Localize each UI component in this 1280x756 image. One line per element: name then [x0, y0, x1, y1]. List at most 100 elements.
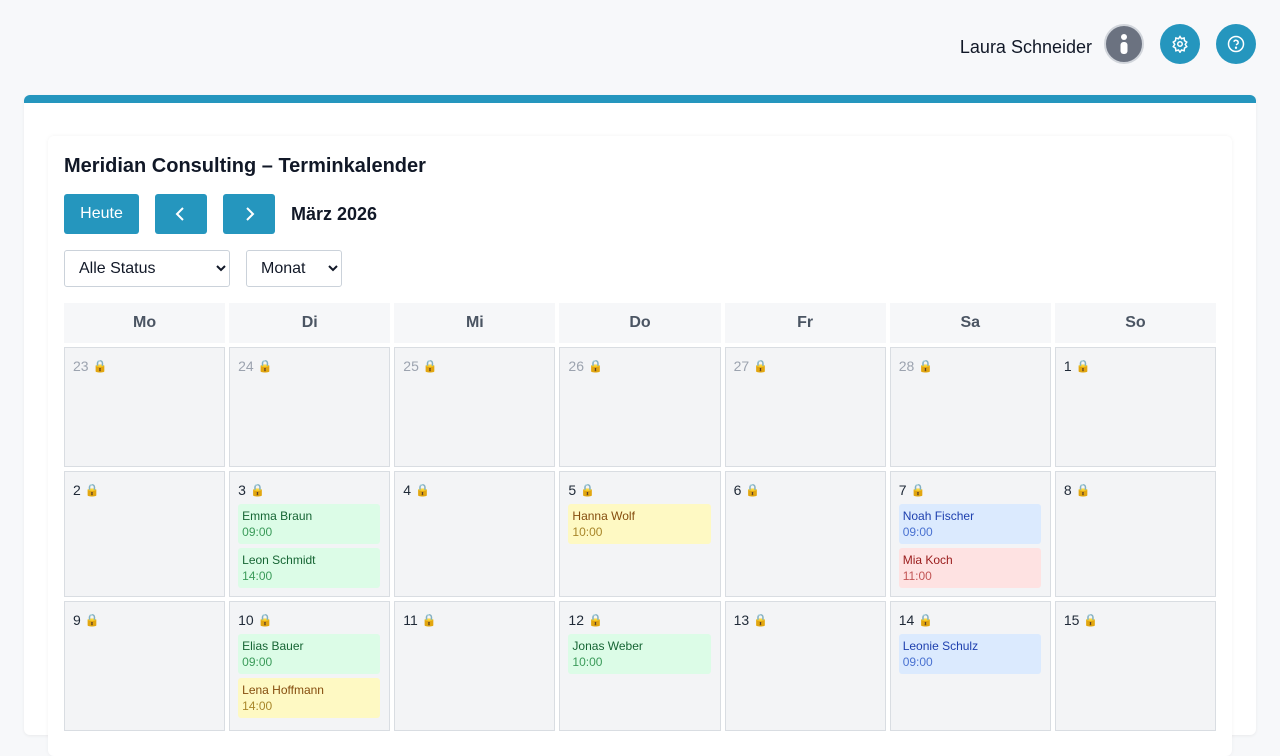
weekday-header: Sa: [889, 303, 1051, 343]
day-header: 28 🔒: [899, 356, 1042, 376]
day-cell[interactable]: 10 🔒 Elias Bauer 09:00 Lena Hoffmann 14:00: [229, 601, 391, 731]
appointment-event[interactable]: Mia Koch 11:00: [898, 548, 1041, 588]
day-cell[interactable]: 14 🔒 Leonie Schulz 09:00: [889, 601, 1051, 731]
previous-month-button[interactable]: [155, 194, 207, 234]
page-title: Meridian Consulting – Terminkalender: [64, 155, 426, 177]
day-cell[interactable]: 6 🔒: [724, 471, 886, 597]
lock-icon: 🔒: [918, 613, 934, 627]
appointment-event[interactable]: Jonas Weber 10:00: [568, 634, 711, 674]
appointment-name: Elias Bauer: [242, 639, 304, 653]
appointment-time: 09:00: [242, 525, 273, 539]
day-cell[interactable]: 11 🔒: [394, 601, 556, 731]
day-cell[interactable]: 26 🔒: [559, 347, 721, 467]
day-header: 9 🔒: [73, 610, 216, 630]
day-header: 15 🔒: [1064, 610, 1207, 630]
day-cell[interactable]: 9 🔒: [64, 601, 226, 731]
day-number: 4: [403, 482, 412, 498]
day-header: 7 🔒: [899, 480, 1042, 500]
day-header: 23 🔒: [73, 356, 216, 376]
appointment-name: Hanna Wolf: [572, 509, 635, 523]
day-header: 2 🔒: [73, 480, 216, 500]
weekday-header: Mo: [64, 303, 226, 343]
weekday-header: Di: [229, 303, 391, 343]
day-number: 14: [898, 612, 915, 628]
day-cell[interactable]: 1 🔒: [1054, 347, 1216, 467]
day-cell[interactable]: 27 🔒: [724, 347, 886, 467]
day-cell[interactable]: 8 🔒: [1054, 471, 1216, 597]
gear-icon: [1172, 35, 1188, 53]
day-cell[interactable]: 23 🔒: [64, 347, 226, 467]
lock-icon: 🔒: [415, 483, 431, 497]
lock-icon: 🔒: [84, 613, 100, 627]
day-number: 10: [238, 612, 254, 628]
next-month-button[interactable]: [223, 194, 275, 234]
lock-icon: 🔒: [588, 613, 603, 627]
lock-icon: 🔒: [580, 483, 596, 497]
appointment-event[interactable]: Leon Schmidt 14:00: [238, 548, 381, 588]
appointment-event[interactable]: Hanna Wolf 10:00: [568, 504, 711, 544]
appointment-event[interactable]: Elias Bauer 09:00: [238, 634, 381, 674]
day-cell[interactable]: 24 🔒: [229, 347, 391, 467]
day-cell[interactable]: 2 🔒: [64, 471, 226, 597]
day-number: 28: [898, 358, 915, 374]
week-row: 23 🔒 24 🔒 25 🔒 26 🔒 27 🔒 28 🔒 1 🔒: [64, 347, 1216, 467]
day-number: 23: [73, 358, 89, 374]
day-cell[interactable]: 15 🔒: [1054, 601, 1216, 731]
appointment-time: 10:00: [572, 655, 603, 669]
appointment-event[interactable]: Emma Braun 09:00: [238, 504, 381, 544]
day-cell[interactable]: 13 🔒: [724, 601, 886, 731]
appointment-event[interactable]: Noah Fischer 09:00: [898, 504, 1041, 544]
day-cell[interactable]: 4 🔒: [394, 471, 556, 597]
view-select[interactable]: Monat: [246, 250, 342, 287]
lock-icon: 🔒: [421, 613, 437, 627]
appointment-time: 11:00: [902, 569, 932, 583]
current-month-label: März 2026: [291, 204, 378, 224]
day-number: 13: [733, 612, 750, 628]
day-header: 1 🔒: [1064, 356, 1207, 376]
appointment-name: Lena Hoffmann: [242, 683, 324, 697]
lock-icon: 🔒: [753, 613, 769, 627]
day-cell[interactable]: 7 🔒 Noah Fischer 09:00 Mia Koch 11:00: [889, 471, 1051, 597]
appointment-time: 14:00: [242, 569, 273, 583]
day-number: 25: [403, 358, 419, 374]
lock-icon: 🔒: [84, 483, 100, 497]
week-row: 2 🔒 3 🔒 Emma Braun 09:00 Leon Schmidt 14:00 4 🔒 5 🔒…: [64, 471, 1216, 597]
top-bar: Laura Schneider: [0, 0, 1280, 90]
day-header: 3 🔒: [238, 480, 381, 500]
day-cell[interactable]: 12 🔒 Jonas Weber 10:00: [559, 601, 721, 731]
lock-icon: 🔒: [753, 359, 769, 373]
week-row: 9 🔒 10 🔒 Elias Bauer 09:00 Lena Hoffmann 14:00 1…: [64, 601, 1216, 731]
day-header: 24 🔒: [238, 356, 381, 376]
status-filter-select[interactable]: Alle Status: [64, 250, 230, 287]
day-cell[interactable]: 28 🔒: [889, 347, 1051, 467]
appointment-name: Jonas Weber: [572, 639, 643, 653]
help-button[interactable]: [1216, 24, 1256, 64]
lock-icon: 🔒: [745, 483, 761, 497]
lock-icon: 🔒: [422, 359, 438, 373]
today-button[interactable]: Heute: [64, 194, 139, 234]
lock-icon: 🔒: [92, 359, 108, 373]
day-header: 26 🔒: [568, 356, 711, 376]
day-header: 11 🔒: [403, 610, 546, 630]
appointment-time: 09:00: [902, 655, 933, 669]
appointment-event[interactable]: Lena Hoffmann 14:00: [238, 678, 381, 718]
day-number: 2: [73, 482, 81, 498]
settings-button[interactable]: [1160, 24, 1200, 64]
appointment-event[interactable]: Leonie Schulz 09:00: [898, 634, 1041, 674]
day-cell[interactable]: 5 🔒 Hanna Wolf 10:00: [559, 471, 721, 597]
appointment-name: Leon Schmidt: [242, 553, 316, 567]
day-number: 3: [238, 482, 246, 498]
weekday-header: Fr: [724, 303, 886, 343]
day-number: 15: [1063, 612, 1080, 628]
day-header: 25 🔒: [403, 356, 546, 376]
day-cell[interactable]: 25 🔒: [394, 347, 556, 467]
lock-icon: 🔒: [249, 483, 265, 497]
appointment-name: Mia Koch: [902, 553, 953, 567]
day-header: 4 🔒: [403, 480, 546, 500]
day-header: 13 🔒: [734, 610, 877, 630]
user-info-icon[interactable]: [1104, 24, 1144, 64]
day-cell[interactable]: 3 🔒 Emma Braun 09:00 Leon Schmidt 14:00: [229, 471, 391, 597]
lock-icon: 🔒: [257, 613, 273, 627]
day-number: 24: [238, 358, 254, 374]
day-number: 8: [1063, 482, 1072, 498]
